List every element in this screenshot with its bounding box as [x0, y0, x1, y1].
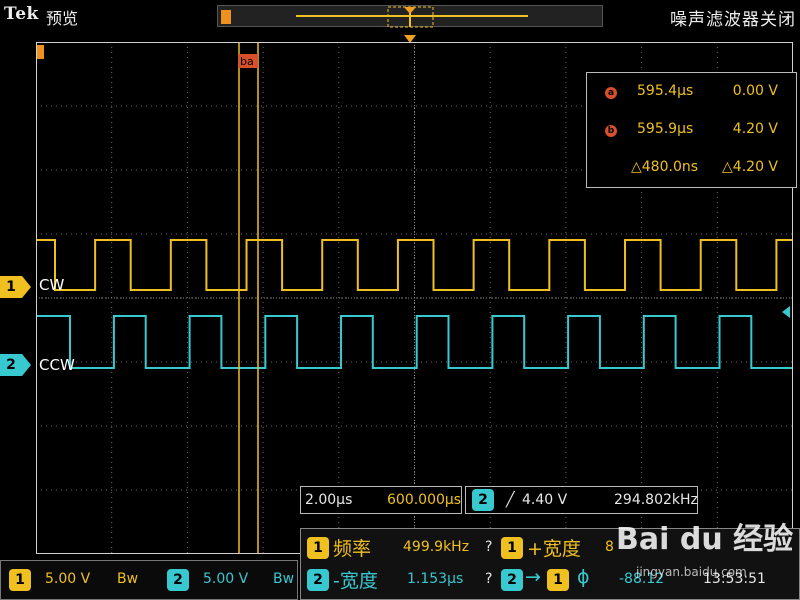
- cursor-delta-volt: △4.20 V: [722, 159, 778, 175]
- trigger-level: 4.40 V: [522, 492, 568, 508]
- ch1-marker-arrow: [22, 276, 31, 298]
- cursor-a-badge: a: [605, 87, 617, 99]
- cursor-delta-row: △480.0ns △4.20 V: [587, 157, 796, 181]
- timebase-position: 600.000µs: [387, 492, 462, 508]
- cursor-delta-time: △480.0ns: [631, 159, 699, 175]
- status-ch1-bw: Bw: [117, 571, 139, 587]
- meas1-name: 频率: [333, 538, 372, 560]
- trigger-channel: 2: [472, 489, 494, 511]
- meas4-channel-b: 1: [547, 569, 569, 591]
- ch1-ground-marker[interactable]: 1: [0, 276, 32, 298]
- meas3-qualifier: ?: [485, 571, 493, 587]
- status-ch1-id: 1: [9, 569, 31, 591]
- ch1-marker-number: 1: [0, 276, 22, 298]
- ch2-marker-number: 2: [0, 354, 22, 376]
- trigger-readout[interactable]: 2 ╱ 4.40 V 294.802kHz: [465, 486, 698, 514]
- meas3-name: -宽度: [333, 570, 378, 592]
- channel-status-bar[interactable]: 1 5.00 V Bw 2 5.00 V Bw: [0, 560, 298, 600]
- cursor-b-badge: b: [605, 125, 617, 137]
- meas3-value: 1.153µs: [407, 571, 464, 587]
- meas2-name: +宽度: [527, 538, 581, 560]
- ch2-label: CCW: [39, 356, 75, 374]
- baidu-watermark: Bai du 经验: [616, 522, 794, 557]
- status-ch2-id: 2: [167, 569, 189, 591]
- status-ch1-volts: 5.00 V: [45, 571, 91, 587]
- meas3-channel: 2: [307, 569, 329, 591]
- meas2-channel: 1: [501, 537, 523, 559]
- meas2-value: 8: [605, 539, 614, 555]
- meas1-qualifier: ?: [485, 539, 493, 555]
- ch1-label: CW: [39, 276, 65, 294]
- ch2-ground-marker[interactable]: 2: [0, 354, 32, 376]
- meas4-arrow-icon: →: [525, 566, 541, 588]
- timebase-readout[interactable]: 2.00µs 600.000µs: [300, 486, 462, 514]
- cursor-b-time: 595.9µs: [637, 121, 694, 137]
- meas4-name: ϕ: [577, 566, 590, 588]
- cursor-readout-panel: a 595.4µs 0.00 V b 595.9µs 4.20 V △480.0…: [586, 72, 797, 188]
- baidu-watermark-url: jingyan.baidu.com: [636, 565, 747, 579]
- cursor-a-volt: 0.00 V: [732, 83, 778, 99]
- cursor-a-time: 595.4µs: [637, 83, 694, 99]
- cursor-a-row: a 595.4µs 0.00 V: [587, 81, 796, 105]
- meas1-value: 499.9kHz: [403, 539, 470, 555]
- trigger-frequency: 294.802kHz: [614, 492, 698, 508]
- timebase-scale: 2.00µs: [305, 492, 353, 508]
- status-ch2-bw: Bw: [273, 571, 295, 587]
- cursor-b-row: b 595.9µs 4.20 V: [587, 119, 796, 143]
- ch2-marker-arrow: [22, 354, 31, 376]
- status-ch2-volts: 5.00 V: [203, 571, 249, 587]
- meas1-channel: 1: [307, 537, 329, 559]
- trigger-slope-icon: ╱: [506, 492, 515, 508]
- cursor-b-volt: 4.20 V: [732, 121, 778, 137]
- meas4-channel-a: 2: [501, 569, 523, 591]
